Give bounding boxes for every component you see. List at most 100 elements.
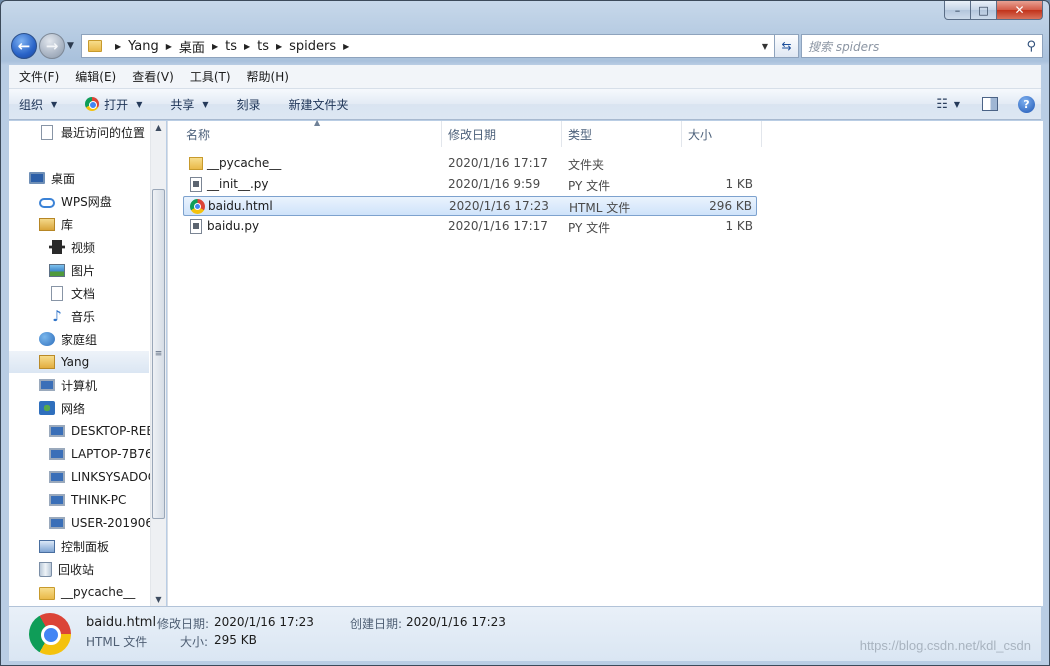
nav-item-control-panel[interactable]: 控制面板 — [39, 535, 109, 557]
chevron-right-icon[interactable]: ▶ — [343, 42, 349, 51]
menu-tools[interactable]: 工具(T) — [182, 68, 239, 85]
arrow-left-icon: ← — [17, 37, 31, 55]
view-options-icon[interactable]: ☷ — [936, 97, 948, 112]
file-size: 1 KB — [725, 219, 753, 233]
nav-item-pycache[interactable]: __pycache__ — [39, 581, 135, 603]
nav-label: 回收站 — [58, 562, 95, 577]
chevron-right-icon[interactable]: ▶ — [244, 42, 250, 51]
close-button[interactable]: ✕ — [997, 1, 1043, 20]
nav-item-homegroup[interactable]: 家庭组 — [39, 328, 97, 350]
details-size-value: 295 KB — [214, 633, 257, 647]
chevron-right-icon[interactable]: ▶ — [166, 42, 172, 51]
scroll-thumb[interactable]: ≡ — [152, 189, 165, 519]
file-date: 2020/1/16 17:23 — [449, 199, 549, 213]
file-list: 名称 ▲ 修改日期 类型 大小 __pycache__ 2020/1/16 17… — [167, 118, 1043, 606]
nav-label: 家庭组 — [61, 332, 98, 347]
file-row[interactable]: baidu.py 2020/1/16 17:17 PY 文件 1 KB — [183, 217, 757, 237]
nav-item-documents[interactable]: 文档 — [49, 282, 95, 304]
watermark-text: https://blog.csdn.net/kdl_csdn — [859, 638, 1031, 653]
command-bar: 组织 ▼ 打开 ▼ 共享 ▼ 刻录 新建文件夹 ☷ ▼ ? — [9, 89, 1041, 120]
nav-item-music[interactable]: ♪ 音乐 — [49, 305, 95, 327]
file-row[interactable]: __pycache__ 2020/1/16 17:17 文件夹 — [183, 154, 757, 174]
desktop-icon — [29, 172, 45, 184]
breadcrumb-item[interactable]: 桌面 — [179, 37, 205, 56]
chevron-down-icon: ▼ — [136, 99, 143, 109]
network-computer-icon — [49, 494, 65, 506]
nav-item-recycle-bin[interactable]: 回收站 — [39, 558, 94, 580]
refresh-icon: ⇆ — [781, 39, 792, 53]
breadcrumb-item[interactable]: Yang — [128, 39, 159, 54]
search-input[interactable]: 搜索 spiders ⚲ — [801, 34, 1043, 58]
cloud-icon — [39, 197, 55, 208]
scroll-up-icon[interactable]: ▲ — [151, 123, 166, 132]
nav-item-pictures[interactable]: 图片 — [49, 259, 95, 281]
chrome-icon — [85, 97, 100, 111]
chevron-right-icon[interactable]: ▶ — [115, 42, 121, 51]
back-button[interactable]: ← — [11, 33, 37, 59]
details-pane: baidu.html 修改日期: 2020/1/16 17:23 创建日期: 2… — [9, 606, 1041, 661]
address-dropdown-icon[interactable]: ▼ — [756, 42, 774, 51]
chevron-right-icon[interactable]: ▶ — [276, 42, 282, 51]
menu-edit[interactable]: 编辑(E) — [67, 68, 124, 85]
menu-view[interactable]: 查看(V) — [124, 68, 182, 85]
nav-item-host[interactable]: USER-201906 — [49, 512, 153, 534]
refresh-button[interactable]: ⇆ — [775, 34, 799, 58]
organize-button[interactable]: 组织 ▼ — [19, 96, 57, 113]
nav-item-host[interactable]: LAPTOP-7B76 — [49, 443, 153, 465]
details-modified-label: 修改日期: — [157, 617, 210, 631]
breadcrumb-item[interactable]: ts — [225, 39, 237, 54]
column-date-label: 修改日期 — [448, 127, 497, 142]
nav-label: 网络 — [61, 401, 86, 416]
preview-pane-icon[interactable] — [982, 97, 998, 111]
network-computer-icon — [49, 517, 65, 529]
menu-file[interactable]: 文件(F) — [11, 68, 67, 85]
navigation-pane: 最近访问的位置 桌面 WPS网盘 库 视频 图片 文档 ♪ 音乐 家庭组 Yan… — [9, 121, 166, 606]
nav-scrollbar[interactable]: ▲ ≡ ▼ — [150, 121, 166, 606]
address-bar[interactable]: ▶ Yang ▶ 桌面 ▶ ts ▶ ts ▶ spiders ▶ ▼ — [81, 34, 775, 58]
forward-button[interactable]: → — [39, 33, 65, 59]
column-header-size[interactable]: 大小 — [682, 121, 762, 147]
help-icon[interactable]: ? — [1018, 95, 1035, 113]
search-icon[interactable]: ⚲ — [1026, 39, 1036, 54]
share-button[interactable]: 共享 ▼ — [170, 96, 208, 113]
breadcrumb-item[interactable]: spiders — [289, 39, 336, 54]
video-icon — [49, 240, 65, 254]
nav-label: DESKTOP-REE — [71, 424, 154, 438]
column-header-name[interactable]: 名称 ▲ — [180, 118, 442, 147]
chevron-right-icon[interactable]: ▶ — [212, 42, 218, 51]
network-computer-icon — [49, 425, 65, 437]
column-header-type[interactable]: 类型 — [562, 121, 682, 147]
burn-button[interactable]: 刻录 — [237, 96, 261, 113]
file-row-selected[interactable]: baidu.html 2020/1/16 17:23 HTML 文件 296 K… — [183, 196, 757, 216]
file-row[interactable]: __init__.py 2020/1/16 9:59 PY 文件 1 KB — [183, 175, 757, 195]
folder-icon — [88, 40, 102, 52]
nav-item-network[interactable]: 网络 — [39, 397, 85, 419]
nav-item-library[interactable]: 库 — [39, 213, 73, 235]
nav-item-host[interactable]: THINK-PC — [49, 489, 126, 511]
nav-item-desktop[interactable]: 桌面 — [29, 167, 75, 189]
new-folder-button[interactable]: 新建文件夹 — [289, 96, 349, 113]
minimize-button[interactable]: – — [944, 1, 971, 20]
nav-item-recent[interactable]: 最近访问的位置 — [39, 121, 145, 143]
chevron-down-icon[interactable]: ▼ — [954, 100, 960, 109]
breadcrumb-item[interactable]: ts — [257, 39, 269, 54]
nav-item-user[interactable]: Yang — [9, 351, 149, 373]
column-size-label: 大小 — [688, 127, 713, 142]
scroll-down-icon[interactable]: ▼ — [151, 595, 166, 604]
recent-pages-dropdown[interactable]: ▼ — [67, 41, 74, 51]
details-filename: baidu.html — [86, 615, 157, 630]
menu-help[interactable]: 帮助(H) — [239, 68, 297, 85]
column-header-date[interactable]: 修改日期 — [442, 121, 562, 147]
details-created-value: 2020/1/16 17:23 — [406, 615, 506, 629]
maximize-button[interactable]: □ — [971, 1, 997, 20]
burn-label: 刻录 — [236, 97, 261, 112]
nav-item-host[interactable]: LINKSYSADOC — [49, 466, 156, 488]
nav-item-host[interactable]: DESKTOP-REE — [49, 420, 154, 442]
nav-item-computer[interactable]: 计算机 — [39, 374, 97, 396]
details-created-label: 创建日期: — [350, 617, 403, 631]
nav-item-wps[interactable]: WPS网盘 — [39, 190, 112, 212]
open-button[interactable]: 打开 ▼ — [85, 96, 142, 113]
file-date: 2020/1/16 17:17 — [448, 156, 548, 170]
nav-item-video[interactable]: 视频 — [49, 236, 95, 258]
nav-label: 计算机 — [61, 378, 98, 393]
